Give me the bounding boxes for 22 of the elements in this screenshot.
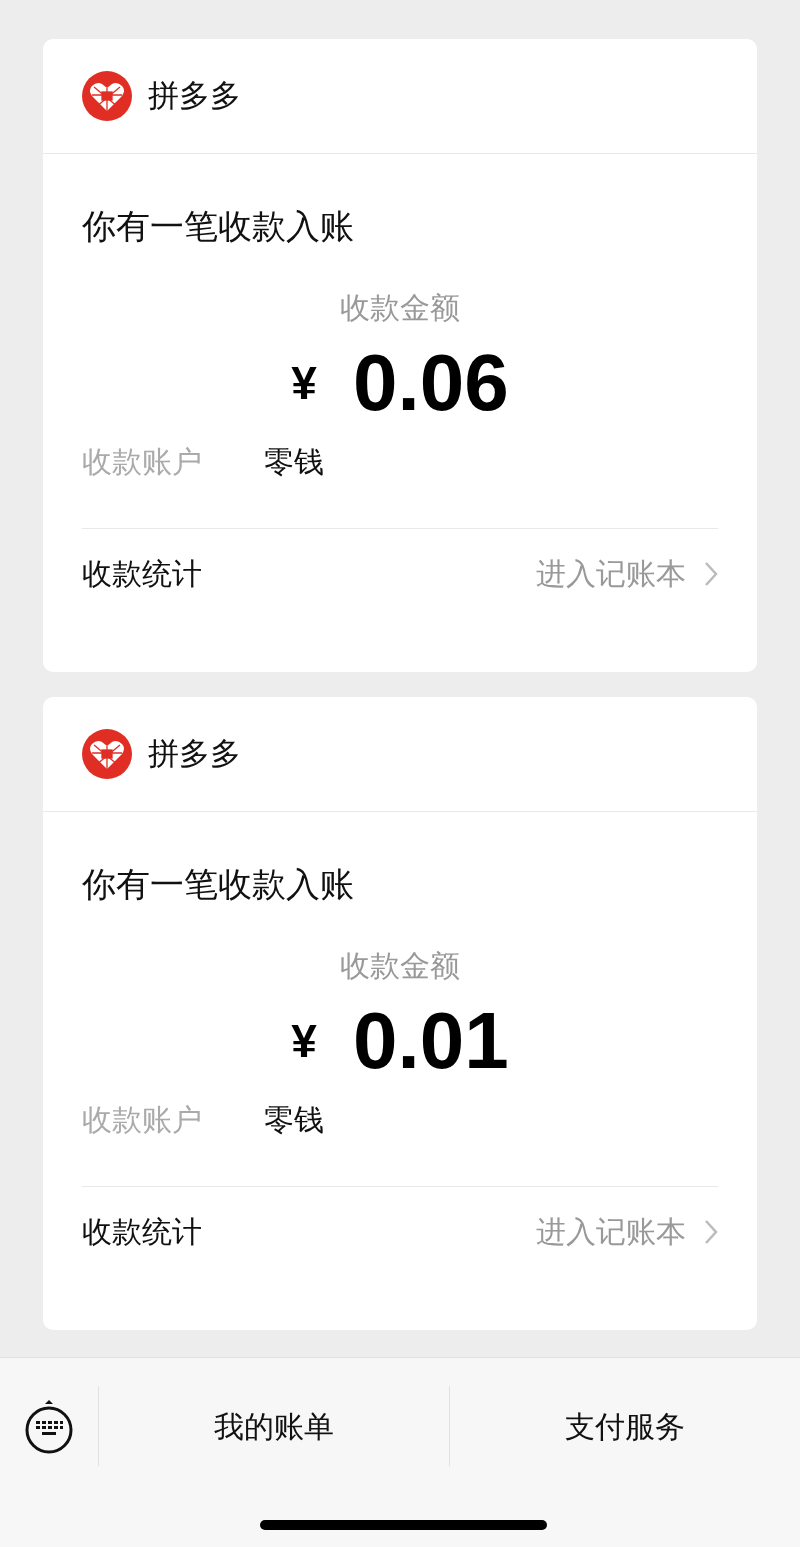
currency-symbol: ¥ <box>291 355 317 411</box>
chevron-icon <box>704 560 718 587</box>
message-title: 你有一笔收款入账 <box>82 864 355 905</box>
sender-name: 拼多多 <box>148 734 241 773</box>
currency-symbol: ¥ <box>291 1013 317 1069</box>
menu-button[interactable]: 支付服务 <box>449 1386 800 1466</box>
chevron-icon <box>704 1218 718 1245</box>
sender-name: 拼多多 <box>148 76 241 115</box>
menu-button[interactable]: 我的账单 <box>98 1386 449 1466</box>
account-value: 零钱 <box>264 443 324 480</box>
stats-label: 收款统计 <box>82 1214 202 1250</box>
amount-label: 收款金额 <box>340 948 460 984</box>
account-value: 零钱 <box>264 1101 324 1138</box>
amount: 0.01 <box>352 996 509 1086</box>
amount: 0.06 <box>352 338 509 428</box>
message-title: 你有一笔收款入账 <box>82 206 355 247</box>
logo-icon <box>82 729 132 779</box>
stats-label: 收款统计 <box>82 556 202 592</box>
amount-label: 收款金额 <box>340 290 460 326</box>
account-label: 收款账户 <box>82 443 203 480</box>
logo-icon <box>82 71 132 121</box>
account-label: 收款账户 <box>82 1101 203 1138</box>
